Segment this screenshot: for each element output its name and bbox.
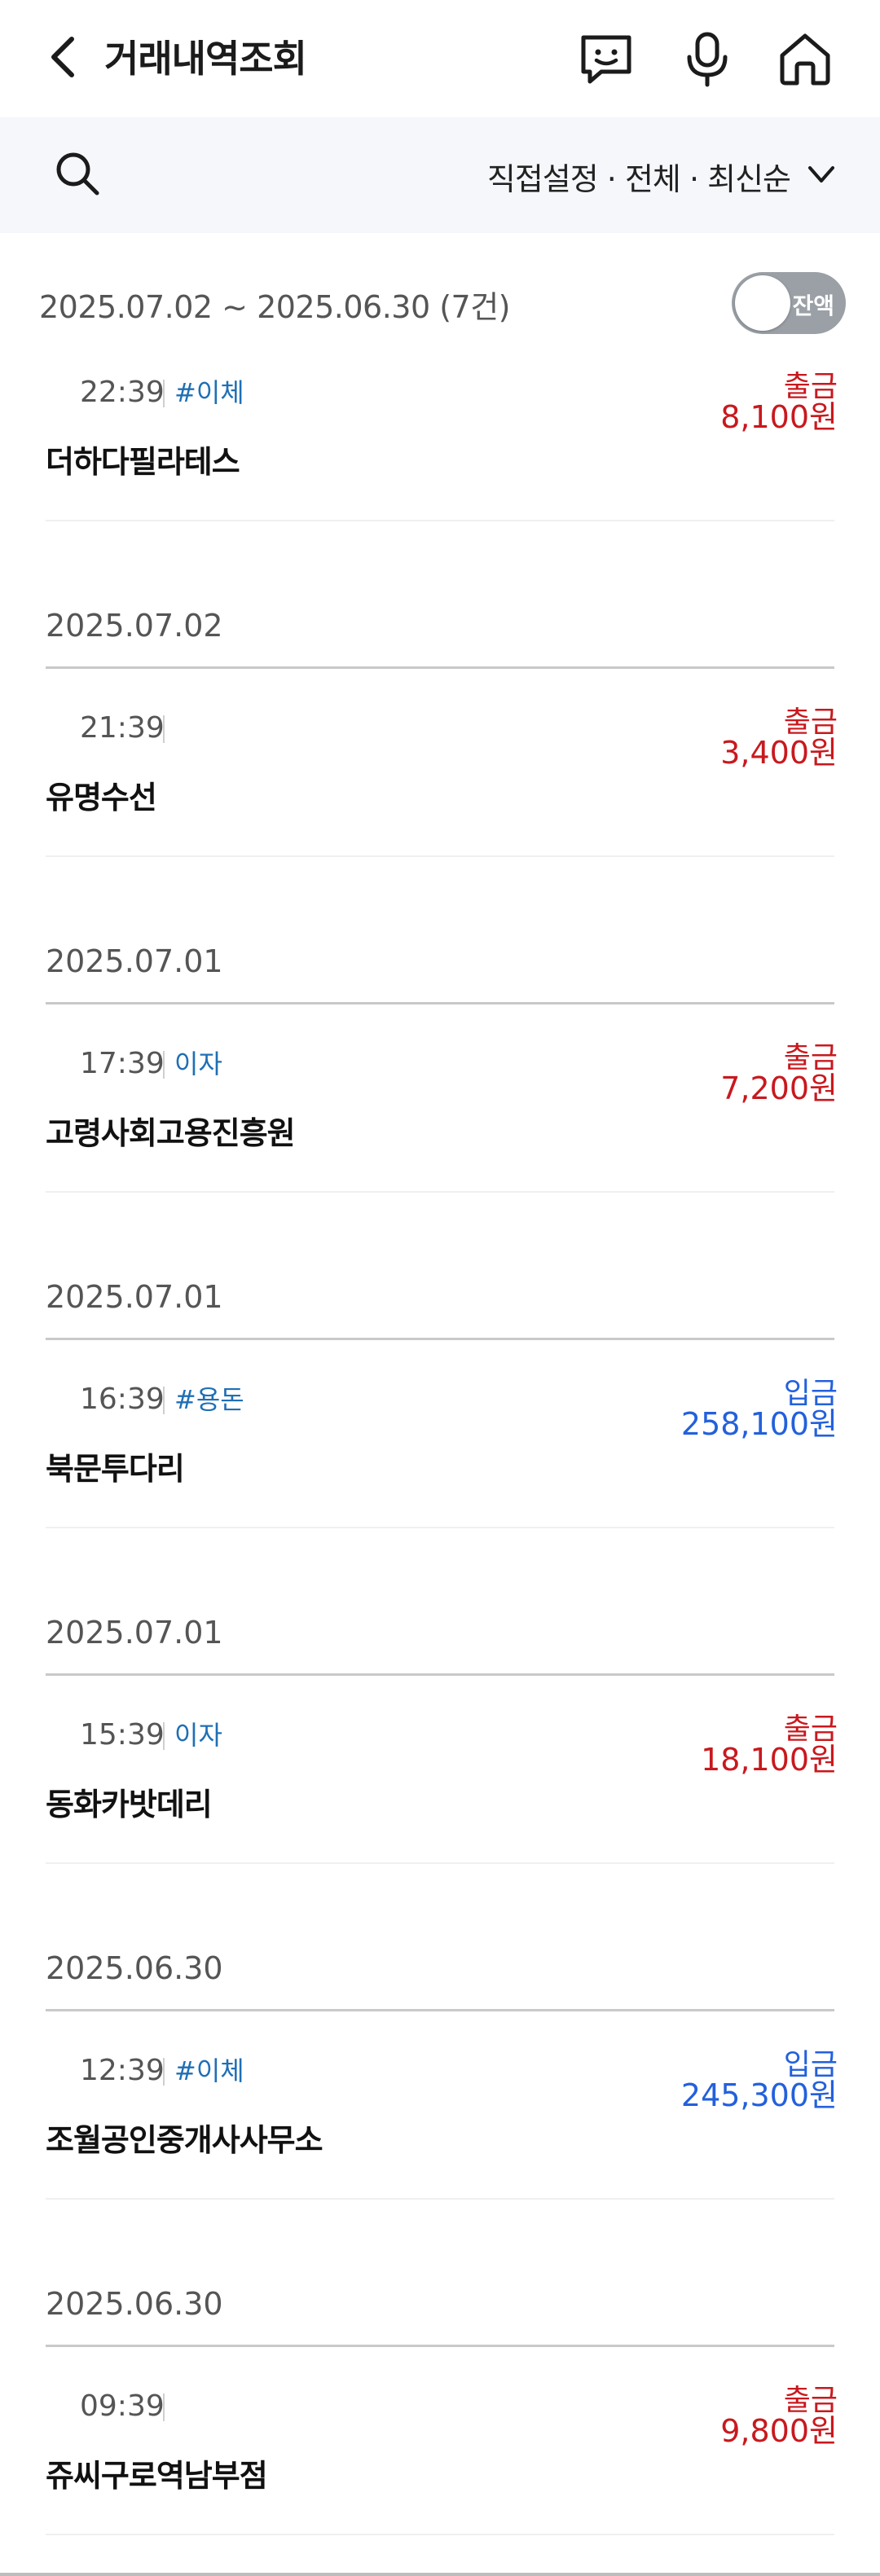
transaction-amount: 3,400원 <box>720 735 838 771</box>
transaction-tag[interactable]: #이체 <box>174 376 244 409</box>
transaction-time: 15:39 <box>80 1718 165 1752</box>
date-group-divider <box>46 2345 834 2347</box>
balance-toggle-label: 잔액 <box>792 292 834 319</box>
chat-bot-button[interactable] <box>575 29 637 91</box>
back-arrow-icon <box>46 34 81 83</box>
transaction-type: 출금 <box>783 706 838 739</box>
date-group-label: 2025.06.30 <box>46 2286 223 2322</box>
transaction-item[interactable]: 15:39 이자동화카밧데리 출금 18,100원 <box>0 1701 880 1864</box>
date-group-label: 2025.06.30 <box>46 1950 223 1986</box>
time-tag-separator <box>163 2394 165 2421</box>
voice-search-button[interactable] <box>676 29 738 91</box>
transaction-tag[interactable]: #이체 <box>174 2055 244 2087</box>
transaction-name: 북문투다리 <box>46 1451 185 1487</box>
transaction-time: 09:39 <box>80 2389 165 2423</box>
transaction-amount: 258,100원 <box>680 1406 838 1442</box>
home-icon <box>776 29 834 91</box>
transaction-name: 쥬씨구로역남부점 <box>46 2458 268 2494</box>
date-group-divider <box>46 1673 834 1676</box>
date-group-divider <box>46 666 834 669</box>
page-title: 거래내역조회 <box>104 37 307 81</box>
bottom-edge <box>0 2573 880 2576</box>
date-range-summary: 2025.07.02 ~ 2025.06.30 (7건) <box>39 289 511 325</box>
search-icon <box>53 149 102 201</box>
transaction-amount: 9,800원 <box>720 2413 838 2449</box>
transaction-item[interactable]: 12:39 #이체조월공인중개사사무소 입금 245,300원 <box>0 2037 880 2200</box>
date-group-label: 2025.07.01 <box>46 1279 223 1315</box>
date-group-header: 2025.07.01 <box>0 1193 880 1365</box>
time-tag-separator <box>163 715 165 743</box>
transaction-name: 더하다필라테스 <box>46 444 240 480</box>
date-group-header: 2025.07.01 <box>0 857 880 1030</box>
date-group-label: 2025.07.01 <box>46 1615 223 1651</box>
time-tag-separator <box>163 1722 165 1750</box>
date-group-divider <box>46 2009 834 2011</box>
home-button[interactable] <box>774 29 836 91</box>
date-range-row: 2025.07.02 ~ 2025.06.30 (7건) 잔액 <box>0 269 880 339</box>
transaction-amount: 7,200원 <box>720 1070 838 1106</box>
transaction-time: 16:39 <box>80 1383 165 1416</box>
filter-label: 직접설정 · 전체 · 최신순 <box>486 160 791 197</box>
chevron-down-icon <box>805 158 838 194</box>
transaction-time: 17:39 <box>80 1047 165 1080</box>
search-button[interactable] <box>51 148 104 202</box>
date-group-header: 2025.06.30 <box>0 2200 880 2372</box>
time-tag-separator <box>163 1387 165 1414</box>
transaction-item[interactable]: 16:39 #용돈북문투다리 입금 258,100원 <box>0 1365 880 1528</box>
back-button[interactable] <box>37 33 90 85</box>
transaction-tag[interactable]: #용돈 <box>174 1383 244 1416</box>
chat-bot-icon <box>577 29 636 91</box>
transaction-name: 고령사회고용진흥원 <box>46 1115 296 1151</box>
microphone-icon <box>678 29 737 91</box>
transaction-time: 22:39 <box>80 376 165 409</box>
transaction-item[interactable]: 17:39 이자고령사회고용진흥원 출금 7,200원 <box>0 1030 880 1193</box>
search-filter-bar: 직접설정 · 전체 · 최신순 <box>0 117 880 233</box>
transaction-name: 동화카밧데리 <box>46 1787 213 1822</box>
transaction-amount: 245,300원 <box>680 2077 838 2113</box>
transaction-item[interactable]: 22:39 #이체더하다필라테스 출금 8,100원 <box>0 358 880 521</box>
time-tag-separator <box>163 2058 165 2086</box>
filter-dropdown[interactable]: 직접설정 · 전체 · 최신순 <box>487 150 838 202</box>
date-group-divider <box>46 1002 834 1004</box>
date-group-header: 2025.06.30 <box>0 1864 880 2037</box>
transaction-type: 출금 <box>783 2384 838 2417</box>
transaction-amount: 8,100원 <box>720 399 838 435</box>
date-group-label: 2025.07.02 <box>46 608 223 644</box>
transaction-type: 출금 <box>783 1712 838 1746</box>
time-tag-separator <box>163 380 165 407</box>
date-group-header: 2025.07.01 <box>0 1528 880 1701</box>
time-tag-separator <box>163 1051 165 1079</box>
transaction-history-screen: 거래내역조회 직접설정 · 전체 · 최신순 2025.07.02 ~ 2025… <box>0 0 880 2576</box>
transaction-name: 유명수선 <box>46 780 157 815</box>
transaction-list: 22:39 #이체 더하다필라테스 출금 8,100원 2025.07.02 21:39 유명… <box>0 358 880 2535</box>
transaction-type: 입금 <box>783 2048 838 2081</box>
transaction-item[interactable]: 09:39 쥬씨구로역남부점 출금 9,800원 <box>0 2372 880 2535</box>
date-group-header: 2025.07.02 <box>0 521 880 694</box>
transaction-tag[interactable]: 이자 <box>174 1719 222 1752</box>
app-header: 거래내역조회 <box>0 0 880 117</box>
transaction-time: 12:39 <box>80 2054 165 2087</box>
transaction-type: 입금 <box>783 1377 838 1410</box>
toggle-knob <box>735 275 790 331</box>
transaction-type: 출금 <box>783 1041 838 1075</box>
balance-toggle[interactable]: 잔액 <box>732 272 846 334</box>
transaction-item[interactable]: 21:39 유명수선 출금 3,400원 <box>0 694 880 857</box>
date-group-divider <box>46 1338 834 1340</box>
transaction-time: 21:39 <box>80 711 165 745</box>
transaction-tag[interactable]: 이자 <box>174 1048 222 1080</box>
item-divider <box>46 2534 834 2535</box>
transaction-type: 출금 <box>783 370 838 403</box>
transaction-name: 조월공인중개사사무소 <box>46 2122 323 2158</box>
date-group-label: 2025.07.01 <box>46 943 223 979</box>
transaction-amount: 18,100원 <box>701 1742 838 1778</box>
